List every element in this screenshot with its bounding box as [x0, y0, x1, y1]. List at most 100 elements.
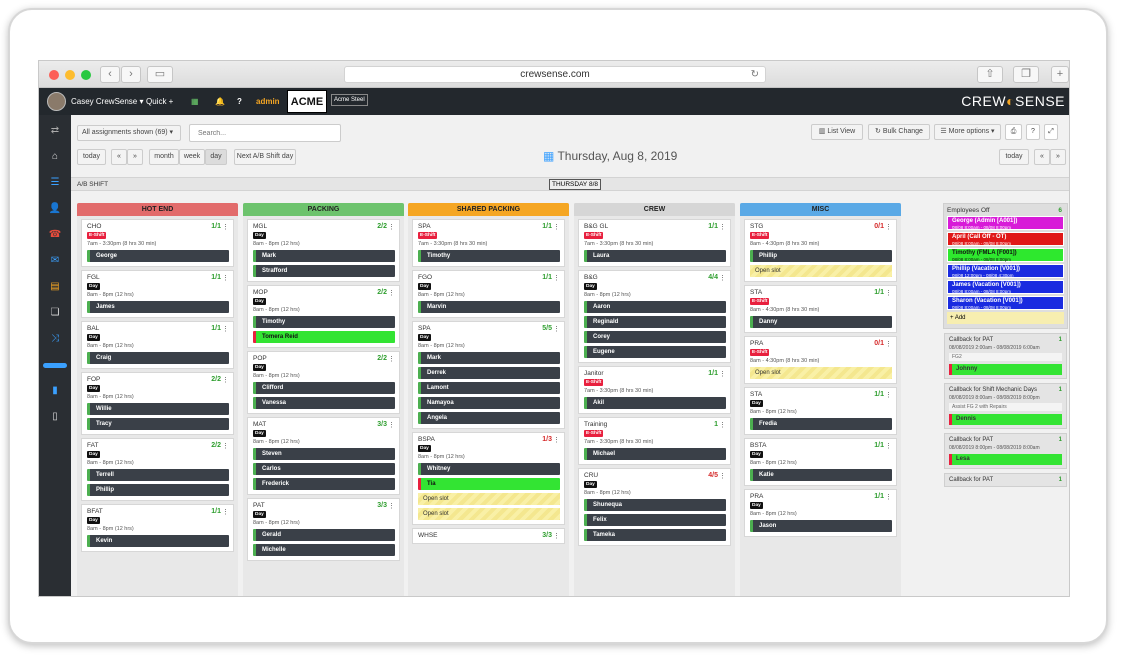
more-options-button[interactable]: ☰ More options ▾ — [934, 124, 1001, 140]
employee-off-item[interactable]: George (Admin [A001]) 08/08 8:00am - 08/0… — [947, 216, 1064, 230]
person-chip[interactable]: Corey — [584, 331, 726, 343]
assignment-card[interactable]: MGL 2/2 ⋮ Day 8am - 8pm (12 hrs) Mark Straffor… — [247, 219, 400, 282]
back-icon[interactable]: ‹ — [100, 66, 120, 83]
callback-person[interactable]: Johnny — [949, 364, 1062, 375]
person-chip[interactable]: Phillip — [87, 484, 229, 496]
org-logo[interactable]: ACME — [287, 90, 327, 113]
card-menu-icon[interactable]: ⋮ — [553, 274, 560, 282]
bulk-change-button[interactable]: ↻ Bulk Change — [868, 124, 930, 140]
callback-card[interactable]: Callback for Shift Mechanic Days 1 08/08/2… — [944, 383, 1067, 429]
person-chip[interactable]: Jason — [750, 520, 892, 532]
people-icon[interactable]: 👤 — [48, 203, 62, 214]
person-chip[interactable]: Phillip — [750, 250, 892, 262]
day-button[interactable]: day — [205, 149, 227, 165]
close-dot[interactable] — [49, 70, 59, 80]
assignment-card[interactable]: BFAT 1/1 ⋮ Day 8am - 8pm (12 hrs) Kevin — [81, 504, 234, 552]
person-chip[interactable]: Angela — [418, 412, 560, 424]
person-chip[interactable]: Fredia — [750, 418, 892, 430]
assignment-card[interactable]: STG 0/1 ⋮ E-Shift 8am - 4:30pm (8 hrs 30 min… — [744, 219, 897, 282]
person-chip[interactable]: Namayoa — [418, 397, 560, 409]
person-chip[interactable]: Michael — [584, 448, 726, 460]
person-chip[interactable]: Tomera Reid — [253, 331, 395, 343]
assignment-card[interactable]: FOP 2/2 ⋮ Day 8am - 8pm (12 hrs) Willie Tracy — [81, 372, 234, 435]
mail-icon[interactable]: ✉ — [48, 255, 62, 266]
list-view-button[interactable]: ▥ List View — [811, 124, 863, 140]
card-menu-icon[interactable]: ⋮ — [553, 436, 560, 444]
assignment-card[interactable]: PAT 3/3 ⋮ Day 8am - 8pm (12 hrs) Gerald Michel… — [247, 498, 400, 561]
person-chip[interactable]: Reginald — [584, 316, 726, 328]
person-chip[interactable]: Strafford — [253, 265, 395, 277]
assignment-card[interactable]: BAL 1/1 ⋮ Day 8am - 8pm (12 hrs) Craig — [81, 321, 234, 369]
person-chip[interactable]: Vanessa — [253, 397, 395, 409]
chart-icon[interactable]: ▮ — [48, 385, 62, 396]
card-menu-icon[interactable]: ⋮ — [222, 442, 229, 450]
tabs-icon[interactable]: ❐ — [1013, 66, 1039, 83]
user-menu[interactable]: Casey CrewSense ▾ — [71, 97, 144, 106]
person-chip[interactable]: Danny — [750, 316, 892, 328]
next-ab-button[interactable]: Next A/B Shift day — [234, 149, 296, 165]
card-menu-icon[interactable]: ⋮ — [719, 223, 726, 231]
share-icon[interactable]: ⇧ — [977, 66, 1003, 83]
assignment-card[interactable]: Janitor 1/1 ⋮ E-Shift 7am - 3:30pm (8 hrs 30… — [578, 366, 731, 414]
person-chip[interactable]: Clifford — [253, 382, 395, 394]
person-chip[interactable]: Craig — [87, 352, 229, 364]
maximize-dot[interactable] — [81, 70, 91, 80]
person-chip[interactable]: Katie — [750, 469, 892, 481]
callback-person[interactable]: Lesa — [949, 454, 1062, 465]
assignment-card[interactable]: B&G 4/4 ⋮ Day 8am - 8pm (12 hrs) Aaron Reginal… — [578, 270, 731, 363]
assignment-card[interactable]: POP 2/2 ⋮ Day 8am - 8pm (12 hrs) Clifford Vane… — [247, 351, 400, 414]
assignment-card[interactable]: FGO 1/1 ⋮ Day 8am - 8pm (12 hrs) Marvin — [412, 270, 565, 318]
assignment-card[interactable]: CRU 4/5 ⋮ Day 8am - 8pm (12 hrs) Shunequa Feli… — [578, 468, 731, 546]
person-chip[interactable]: James — [87, 301, 229, 313]
card-menu-icon[interactable]: ⋮ — [222, 274, 229, 282]
employee-off-item[interactable]: James (Vacation [V001]) 08/08 8:00am - 08… — [947, 280, 1064, 294]
assignment-card[interactable]: BSTA 1/1 ⋮ Day 8am - 8pm (12 hrs) Katie — [744, 438, 897, 486]
card-menu-icon[interactable]: ⋮ — [885, 391, 892, 399]
minimize-dot[interactable] — [65, 70, 75, 80]
today-right-button[interactable]: today — [999, 149, 1029, 165]
person-chip[interactable]: Akil — [584, 397, 726, 409]
card-menu-icon[interactable]: ⋮ — [388, 223, 395, 231]
assignment-card[interactable]: PRA 0/1 ⋮ E-Shift 8am - 4:30pm (8 hrs 30 min… — [744, 336, 897, 384]
url-bar[interactable]: crewsense.com ↻ — [344, 66, 766, 83]
person-chip[interactable]: George — [87, 250, 229, 262]
assignment-card[interactable]: WHSE 3/3 ⋮ — [412, 528, 565, 544]
person-chip[interactable]: Lamont — [418, 382, 560, 394]
person-chip[interactable]: Frederick — [253, 478, 395, 490]
card-menu-icon[interactable]: ⋮ — [719, 421, 726, 429]
card-menu-icon[interactable]: ⋮ — [885, 493, 892, 501]
person-chip[interactable]: Gerald — [253, 529, 395, 541]
person-chip[interactable]: Kevin — [87, 535, 229, 547]
calendar-icon[interactable]: ▦ — [191, 97, 199, 106]
sidebar-icon[interactable]: ▭ — [147, 66, 173, 83]
next-icon[interactable]: » — [127, 149, 143, 165]
assignment-card[interactable]: FAT 2/2 ⋮ Day 8am - 8pm (12 hrs) Terrell Phill… — [81, 438, 234, 501]
open-slot[interactable]: Open slot — [750, 367, 892, 379]
admin-link[interactable]: admin — [256, 97, 280, 106]
callback-card[interactable]: Callback for PAT 1 — [944, 473, 1067, 487]
person-chip[interactable]: Terrell — [87, 469, 229, 481]
person-chip[interactable]: Whitney — [418, 463, 560, 475]
person-chip[interactable]: Michelle — [253, 544, 395, 556]
week-button[interactable]: week — [179, 149, 205, 165]
print-icon[interactable]: ⎙ — [1005, 124, 1022, 140]
person-chip[interactable]: Tia — [418, 478, 560, 490]
today-button[interactable]: today — [77, 149, 106, 165]
assignment-filter[interactable]: All assignments shown (69) ▾ — [77, 125, 181, 141]
quick-menu[interactable]: Quick + — [146, 97, 173, 106]
card-menu-icon[interactable]: ⋮ — [885, 442, 892, 450]
person-chip[interactable]: Eugene — [584, 346, 726, 358]
person-chip[interactable]: Shunequa — [584, 499, 726, 511]
person-chip[interactable]: Tameka — [584, 529, 726, 541]
employee-off-item[interactable]: Timothy (FMLA [F001]) 08/08 8:00am - 08/0… — [947, 248, 1064, 262]
card-menu-icon[interactable]: ⋮ — [553, 532, 560, 540]
swap-icon[interactable]: ⇄ — [48, 125, 62, 136]
avatar[interactable] — [47, 92, 66, 111]
assignment-card[interactable]: BSPA 1/3 ⋮ Day 8am - 8pm (12 hrs) Whitney Tia O… — [412, 432, 565, 525]
new-tab-icon[interactable]: + — [1051, 66, 1069, 83]
assignment-card[interactable]: STA 1/1 ⋮ Day 8am - 8pm (12 hrs) Fredia — [744, 387, 897, 435]
card-menu-icon[interactable]: ⋮ — [222, 376, 229, 384]
briefcase-icon[interactable]: ▤ — [48, 281, 62, 292]
org-name[interactable]: Acme Steel — [331, 94, 368, 106]
forward-icon[interactable]: › — [121, 66, 141, 83]
